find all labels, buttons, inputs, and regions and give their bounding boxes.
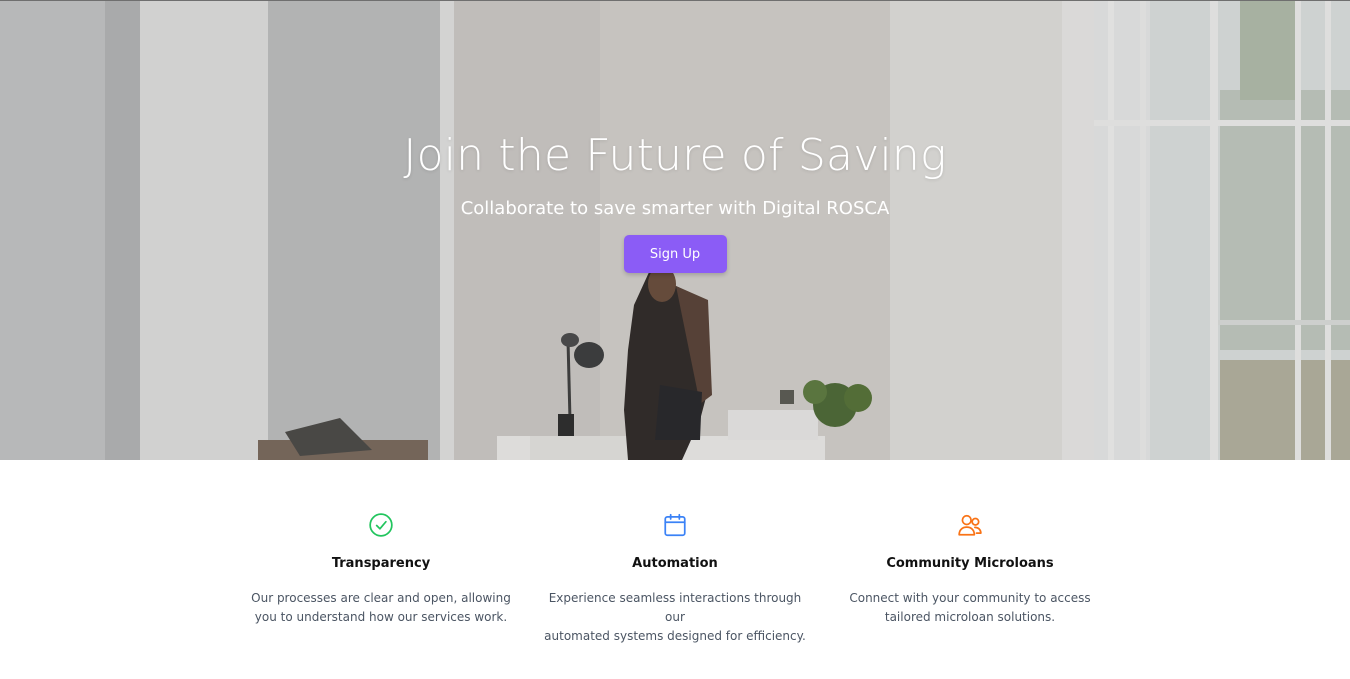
feature-description: Experience seamless interactions through… <box>540 589 810 646</box>
feature-description-line: Experience seamless interactions through… <box>548 591 802 624</box>
hero-subtitle: Collaborate to save smarter with Digital… <box>460 198 890 219</box>
feature-description-line: you to understand how our services work. <box>254 610 508 624</box>
feature-description: Connect with your community to access ta… <box>835 589 1105 627</box>
feature-title: Transparency <box>331 556 431 571</box>
hero-content: Join the Future of Saving Collaborate to… <box>0 128 1350 273</box>
features-section: Transparency Our processes are clear and… <box>0 460 1350 679</box>
sign-up-button[interactable]: Sign Up <box>623 235 727 273</box>
feature-community-microloans: Community Microloans Connect with your c… <box>835 512 1105 627</box>
feature-title: Automation <box>632 556 718 571</box>
feature-description-line: Our processes are clear and open, allowi… <box>251 591 511 605</box>
check-circle-icon <box>369 513 393 537</box>
feature-title: Community Microloans <box>886 556 1054 571</box>
feature-description-line: Connect with your community to access <box>849 591 1091 605</box>
hero-title: Join the Future of Saving <box>403 130 947 181</box>
calendar-icon <box>664 513 686 537</box>
feature-automation: Automation Experience seamless interacti… <box>540 512 810 646</box>
feature-description: Our processes are clear and open, allowi… <box>246 589 516 627</box>
landing-page: Join the Future of Saving Collaborate to… <box>0 0 1350 679</box>
hero-section: Join the Future of Saving Collaborate to… <box>0 0 1350 460</box>
feature-description-line: automated systems designed for efficienc… <box>544 629 806 643</box>
users-icon <box>958 514 982 536</box>
feature-description-line: tailored microloan solutions. <box>884 610 1056 624</box>
feature-transparency: Transparency Our processes are clear and… <box>246 512 516 627</box>
